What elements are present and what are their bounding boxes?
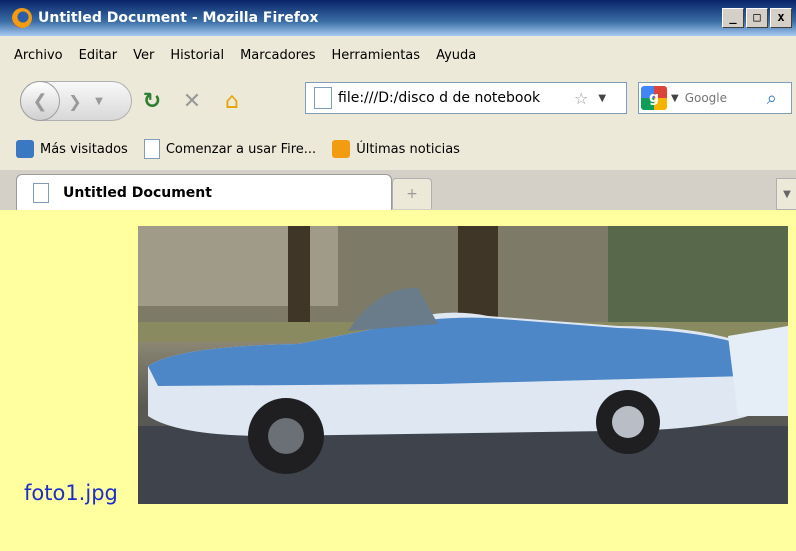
firefox-logo-icon bbox=[12, 8, 32, 28]
menu-archivo[interactable]: Archivo bbox=[14, 48, 63, 63]
title-bar[interactable]: Untitled Document - Mozilla Firefox _ □ … bbox=[0, 0, 796, 36]
url-dropdown-icon[interactable]: ▼ bbox=[598, 93, 606, 104]
new-tab-button[interactable]: + bbox=[392, 178, 432, 209]
bookmarks-toolbar: Más visitados Comenzar a usar Fire... Úl… bbox=[0, 128, 796, 170]
chevron-down-icon: ▼ bbox=[95, 95, 103, 107]
forward-button[interactable]: ❯ bbox=[60, 86, 90, 116]
page-icon bbox=[33, 183, 49, 203]
page-content: foto1.jpg bbox=[0, 210, 796, 551]
home-button[interactable]: ⌂ bbox=[212, 82, 252, 120]
address-bar[interactable]: file:///D:/disco d de notebook ☆ ▼ bbox=[305, 82, 627, 114]
bookmark-label: Comenzar a usar Fire... bbox=[165, 141, 317, 157]
menu-herramientas[interactable]: Herramientas bbox=[332, 48, 421, 63]
menu-ver[interactable]: Ver bbox=[133, 48, 154, 63]
plus-icon: + bbox=[406, 186, 418, 202]
close-button[interactable]: x bbox=[770, 8, 792, 28]
bookmark-label: Más visitados bbox=[40, 141, 128, 157]
rss-icon bbox=[332, 140, 351, 158]
tab-strip: Untitled Document + ▼ bbox=[0, 170, 796, 211]
back-arrow-icon: ❮ bbox=[32, 90, 48, 112]
maximize-button[interactable]: □ bbox=[746, 8, 768, 28]
reload-button[interactable]: ↻ bbox=[132, 82, 172, 120]
search-bar[interactable]: g ▼ ⌕ bbox=[638, 82, 792, 114]
menu-ayuda[interactable]: Ayuda bbox=[436, 48, 476, 63]
page-icon bbox=[143, 139, 160, 159]
reload-icon: ↻ bbox=[142, 88, 162, 114]
google-engine-icon[interactable]: g bbox=[641, 86, 667, 110]
tab-title: Untitled Document bbox=[63, 185, 212, 201]
home-icon: ⌂ bbox=[225, 88, 239, 114]
search-engine-dropdown-icon[interactable]: ▼ bbox=[671, 93, 679, 104]
back-button[interactable]: ❮ bbox=[20, 81, 60, 121]
menu-marcadores[interactable]: Marcadores bbox=[240, 48, 315, 63]
search-icon[interactable]: ⌕ bbox=[767, 88, 777, 109]
browser-window: Untitled Document - Mozilla Firefox _ □ … bbox=[0, 0, 796, 551]
stop-icon: ✕ bbox=[182, 88, 202, 114]
navigation-toolbar: ❮ ❯ ▼ ↻ ✕ ⌂ file:///D:/disco d de notebo… bbox=[0, 74, 796, 128]
url-text[interactable]: file:///D:/disco d de notebook bbox=[338, 90, 570, 106]
menu-editar[interactable]: Editar bbox=[79, 48, 118, 63]
page-icon bbox=[314, 87, 332, 109]
bookmark-most-visited[interactable]: Más visitados bbox=[16, 140, 128, 158]
image-alt-label: foto1.jpg bbox=[24, 481, 118, 505]
menu-historial[interactable]: Historial bbox=[170, 48, 224, 63]
stop-button[interactable]: ✕ bbox=[172, 82, 212, 120]
car-photo bbox=[138, 226, 788, 504]
tab-list-button[interactable]: ▼ bbox=[776, 178, 796, 210]
forward-arrow-icon: ❯ bbox=[68, 91, 82, 111]
window-title: Untitled Document - Mozilla Firefox bbox=[38, 10, 319, 26]
tab-untitled-document[interactable]: Untitled Document bbox=[16, 174, 392, 211]
window-controls: _ □ x bbox=[722, 8, 792, 28]
bookmark-star-icon[interactable]: ☆ bbox=[574, 89, 588, 108]
chevron-down-icon: ▼ bbox=[783, 188, 791, 200]
history-dropdown-button[interactable]: ▼ bbox=[90, 86, 108, 116]
menu-bar: Archivo Editar Ver Historial Marcadores … bbox=[0, 36, 796, 74]
bookmark-getting-started[interactable]: Comenzar a usar Fire... bbox=[143, 139, 317, 159]
bookmark-latest-news[interactable]: Últimas noticias bbox=[332, 140, 460, 158]
search-input[interactable] bbox=[682, 90, 765, 106]
most-visited-icon bbox=[16, 140, 34, 158]
minimize-button[interactable]: _ bbox=[722, 8, 744, 28]
bookmark-label: Últimas noticias bbox=[356, 141, 460, 157]
back-forward-group: ❮ ❯ ▼ bbox=[20, 81, 132, 121]
